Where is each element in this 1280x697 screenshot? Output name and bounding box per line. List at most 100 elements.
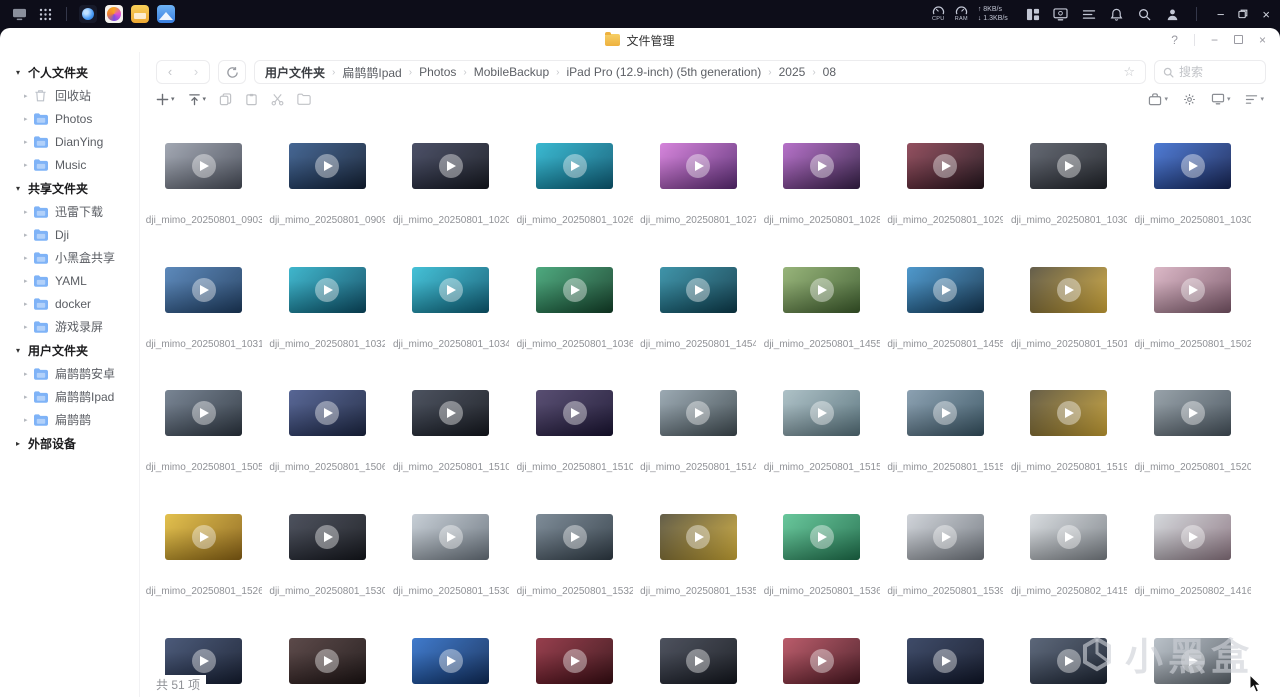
file-item[interactable]: dji_mimo_20250801_151554... (884, 390, 1008, 514)
file-item[interactable]: dji_mimo_20250801_151526... (760, 390, 884, 514)
file-item[interactable]: dji_mimo_20250801_090904... (266, 143, 390, 267)
file-item[interactable]: dji_mimo_20250801_153600... (760, 514, 884, 638)
breadcrumb-item[interactable]: 2025 (779, 65, 806, 79)
file-item[interactable]: dji_mimo_20250802_141554... (1007, 514, 1131, 638)
file-item[interactable]: dji_mimo_20250801_150258... (1131, 266, 1255, 391)
file-item[interactable]: dji_mimo_20250801_151902... (1007, 390, 1131, 514)
cut-button[interactable] (271, 93, 284, 106)
app-photos-icon[interactable] (157, 5, 175, 23)
file-item[interactable]: dji_mimo_20250801_103658... (513, 266, 637, 391)
sidebar-item-yaml[interactable]: ▸ YAML (0, 269, 139, 292)
sidebar-item-heihe-share[interactable]: ▸ 小黑盒共享 (0, 246, 139, 269)
task-list-icon[interactable] (1080, 5, 1098, 23)
widgets-panel-icon[interactable] (1024, 5, 1042, 23)
sidebar-item-recycle[interactable]: ▸ 回收站 (0, 84, 139, 107)
file-item[interactable]: dji_mimo_20250801_153206... (513, 514, 637, 638)
view-mode-button[interactable]: ▾ (1211, 93, 1230, 105)
sidebar-item-photos[interactable]: ▸ Photos (0, 107, 139, 130)
file-item[interactable] (636, 637, 760, 697)
app-chat-icon[interactable] (79, 5, 97, 23)
file-item[interactable]: dji_mimo_20250801_153022... (266, 514, 390, 638)
file-item[interactable]: dji_mimo_20250801_103006... (1007, 143, 1131, 267)
sidebar-item-docker[interactable]: ▸ docker (0, 292, 139, 315)
file-item[interactable]: dji_mimo_20250801_145406... (636, 266, 760, 391)
sidebar-item-dianying[interactable]: ▸ DianYing (0, 130, 139, 153)
breadcrumb-item[interactable]: iPad Pro (12.9-inch) (5th generation) (566, 65, 761, 79)
desktop-icon[interactable] (10, 5, 28, 23)
back-button[interactable]: ‹ (157, 61, 183, 83)
file-item[interactable]: dji_mimo_20250801_151010... (389, 390, 513, 514)
search-icon[interactable] (1136, 5, 1154, 23)
file-item[interactable]: dji_mimo_20250801_150144... (1007, 266, 1131, 391)
file-item[interactable]: dji_mimo_20250801_145540... (884, 266, 1008, 391)
settings-gear-icon[interactable] (1183, 93, 1196, 106)
file-item[interactable]: dji_mimo_20250801_150516... (142, 390, 266, 514)
file-item[interactable]: dji_mimo_20250801_103040... (1131, 143, 1255, 267)
sidebar-section-personal[interactable]: ▾ 个人文件夹 (0, 60, 139, 84)
system-maximize-icon[interactable] (1238, 7, 1248, 22)
app-grid-icon[interactable] (36, 5, 54, 23)
sidebar-section-shared[interactable]: ▾ 共享文件夹 (0, 176, 139, 200)
new-item-button[interactable]: ▾ (156, 93, 175, 106)
breadcrumb-item[interactable]: 扁鹊鹊Ipad (342, 64, 401, 81)
file-item[interactable]: dji_mimo_20250801_151400... (636, 390, 760, 514)
search-box[interactable] (1154, 60, 1266, 84)
breadcrumb-item[interactable]: Photos (419, 65, 456, 79)
forward-button[interactable]: › (183, 61, 209, 83)
breadcrumb-item[interactable]: 用户文件夹 (265, 64, 325, 81)
file-item[interactable]: dji_mimo_20250801_145510... (760, 266, 884, 391)
file-item[interactable]: dji_mimo_20250801_102818... (760, 143, 884, 267)
file-item[interactable]: dji_mimo_20250801_153942... (884, 514, 1008, 638)
sidebar-item-dji[interactable]: ▸ Dji (0, 223, 139, 246)
paste-button[interactable] (245, 93, 258, 106)
close-button[interactable]: × (1259, 33, 1266, 47)
file-item[interactable] (760, 637, 884, 697)
minimize-button[interactable]: − (1211, 33, 1218, 47)
help-button[interactable]: ? (1171, 33, 1178, 47)
sidebar-section-external[interactable]: ▸ 外部设备 (0, 431, 139, 455)
file-item[interactable]: dji_mimo_20250801_103402... (389, 266, 513, 391)
file-item[interactable] (266, 637, 390, 697)
file-item[interactable]: dji_mimo_20250801_102918... (884, 143, 1008, 267)
file-item[interactable] (389, 637, 513, 697)
file-item[interactable]: dji_mimo_20250801_102052... (389, 143, 513, 267)
file-item[interactable]: dji_mimo_20250801_152010... (1131, 390, 1255, 514)
sidebar-item-xunlei-download[interactable]: ▸ 迅雷下载 (0, 200, 139, 223)
sidebar-item-music[interactable]: ▸ Music (0, 153, 139, 176)
maximize-button[interactable] (1233, 33, 1243, 47)
move-to-button[interactable] (297, 93, 311, 105)
notification-bell-icon[interactable] (1108, 5, 1126, 23)
sort-button[interactable]: ▾ (1245, 94, 1264, 105)
file-item[interactable]: dji_mimo_20250802_141620... (1131, 514, 1255, 638)
file-item[interactable]: dji_mimo_20250801_103236... (266, 266, 390, 391)
app-media-icon[interactable] (105, 5, 123, 23)
system-close-icon[interactable]: × (1262, 7, 1270, 22)
file-item[interactable]: dji_mimo_20250801_090342... (142, 143, 266, 267)
sidebar-item-user-ipad[interactable]: ▸ 扁鹊鹊Ipad (0, 385, 139, 408)
upload-button[interactable]: ▾ (188, 93, 206, 106)
file-item[interactable]: dji_mimo_20250801_152640... (142, 514, 266, 638)
system-minimize-icon[interactable]: − (1217, 7, 1225, 22)
sidebar-item-user-android[interactable]: ▸ 扁鹊鹊安卓 (0, 362, 139, 385)
file-item[interactable] (513, 637, 637, 697)
breadcrumb-item[interactable]: 08 (823, 65, 836, 79)
sidebar-item-user-main[interactable]: ▸ 扁鹊鹊 (0, 408, 139, 431)
display-monitor-icon[interactable] (1052, 5, 1070, 23)
file-item[interactable]: dji_mimo_20250801_153042... (389, 514, 513, 638)
file-item[interactable] (1131, 637, 1255, 697)
file-item[interactable]: dji_mimo_20250801_150630... (266, 390, 390, 514)
refresh-button[interactable] (218, 60, 246, 84)
file-item[interactable] (884, 637, 1008, 697)
file-item[interactable]: dji_mimo_20250801_151032... (513, 390, 637, 514)
file-item[interactable]: dji_mimo_20250801_102700... (636, 143, 760, 267)
file-item[interactable]: dji_mimo_20250801_103100... (142, 266, 266, 391)
remote-tasks-button[interactable]: ▾ (1148, 92, 1168, 106)
ram-gauge-icon[interactable]: RAM (955, 5, 968, 23)
file-item[interactable]: dji_mimo_20250801_102604... (513, 143, 637, 267)
file-item[interactable]: dji_mimo_20250801_153524... (636, 514, 760, 638)
app-files-icon[interactable] (131, 5, 149, 23)
search-input[interactable] (1179, 65, 1249, 79)
sidebar-section-users[interactable]: ▾ 用户文件夹 (0, 338, 139, 362)
user-account-icon[interactable] (1164, 5, 1182, 23)
file-item[interactable] (1007, 637, 1131, 697)
